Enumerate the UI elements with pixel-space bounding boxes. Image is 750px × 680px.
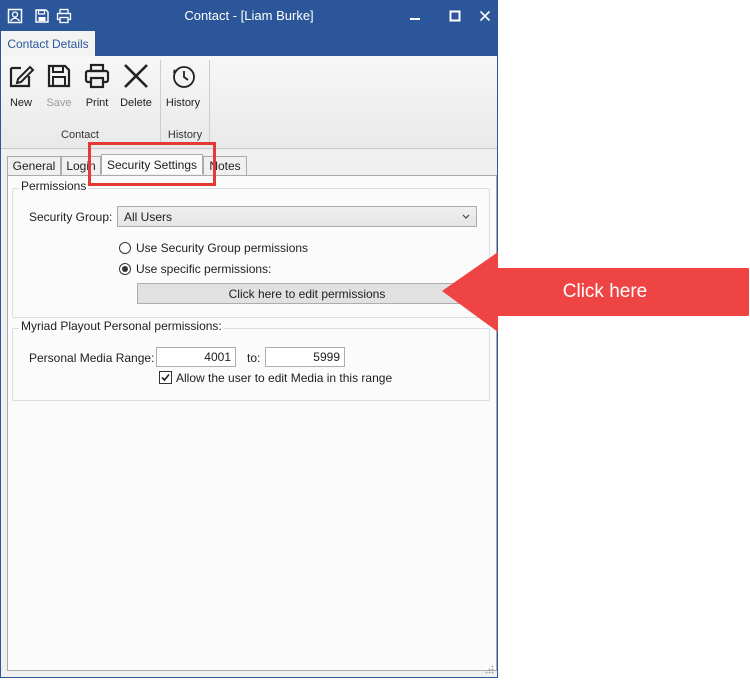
title-bar: Contact - [Liam Burke] xyxy=(1,1,497,31)
range-to-label: to: xyxy=(247,351,261,365)
new-label: New xyxy=(9,97,32,109)
save-icon xyxy=(47,64,71,88)
radio-use-group-permissions-label: Use Security Group permissions xyxy=(136,241,309,255)
new-button[interactable]: New xyxy=(2,62,40,109)
permissions-group: Permissions Security Group: All Users Us… xyxy=(12,179,490,318)
group-label-contact: Contact xyxy=(61,129,99,141)
resize-grip-icon[interactable] xyxy=(484,664,494,674)
edit-permissions-button[interactable]: Click here to edit permissions xyxy=(137,283,477,304)
print-button[interactable]: Print xyxy=(78,62,116,109)
delete-button[interactable]: Delete xyxy=(117,62,155,109)
security-settings-panel: Permissions Security Group: All Users Us… xyxy=(7,175,497,671)
checkmark-icon xyxy=(161,373,170,382)
ribbon-tab-contact-details[interactable]: Contact Details xyxy=(1,31,95,56)
history-clock-icon xyxy=(173,66,195,88)
security-tab-highlight xyxy=(88,142,216,186)
close-button[interactable] xyxy=(465,1,497,31)
dropdown-chevron-icon xyxy=(462,214,470,219)
close-icon xyxy=(479,10,491,22)
new-icon xyxy=(9,65,35,88)
tab-general[interactable]: General xyxy=(7,156,61,175)
security-group-dropdown[interactable]: All Users xyxy=(117,206,477,227)
contact-window: Contact - [Liam Burke] Contact Details N… xyxy=(0,0,498,678)
group-label-history: History xyxy=(167,129,203,141)
ribbon-tab-strip: Contact Details xyxy=(1,31,497,56)
permissions-group-title: Permissions xyxy=(19,179,89,193)
print-label: Print xyxy=(85,97,109,109)
delete-icon xyxy=(124,64,148,88)
history-button[interactable]: History xyxy=(164,62,202,109)
radio-use-specific-permissions-label: Use specific permissions: xyxy=(136,262,272,276)
personal-media-range-label: Personal Media Range: xyxy=(29,351,155,365)
radio-use-group-permissions[interactable] xyxy=(119,242,131,254)
print-icon xyxy=(84,63,110,89)
minimize-button[interactable] xyxy=(395,1,435,31)
security-group-value: All Users xyxy=(124,210,173,224)
delete-label: Delete xyxy=(120,97,152,109)
history-label: History xyxy=(165,97,201,109)
maximize-icon xyxy=(449,10,461,22)
callout-text: Click here xyxy=(562,281,648,302)
save-label: Save xyxy=(46,97,72,109)
myriad-group-title: Myriad Playout Personal permissions: xyxy=(19,319,224,333)
range-from-input[interactable]: 4001 xyxy=(156,347,236,367)
security-group-label: Security Group: xyxy=(29,210,113,224)
minimize-icon xyxy=(410,18,420,20)
save-ribbon-button[interactable]: Save xyxy=(40,62,78,109)
ribbon-group-separator xyxy=(209,60,210,144)
allow-edit-label: Allow the user to edit Media in this ran… xyxy=(176,371,393,385)
ribbon: New Save Print Delete Contact History Hi… xyxy=(1,56,497,149)
allow-edit-checkbox[interactable] xyxy=(159,371,172,384)
myriad-permissions-group: Myriad Playout Personal permissions: Per… xyxy=(12,319,490,401)
range-to-input[interactable]: 5999 xyxy=(265,347,345,367)
radio-use-specific-permissions[interactable] xyxy=(119,263,131,275)
